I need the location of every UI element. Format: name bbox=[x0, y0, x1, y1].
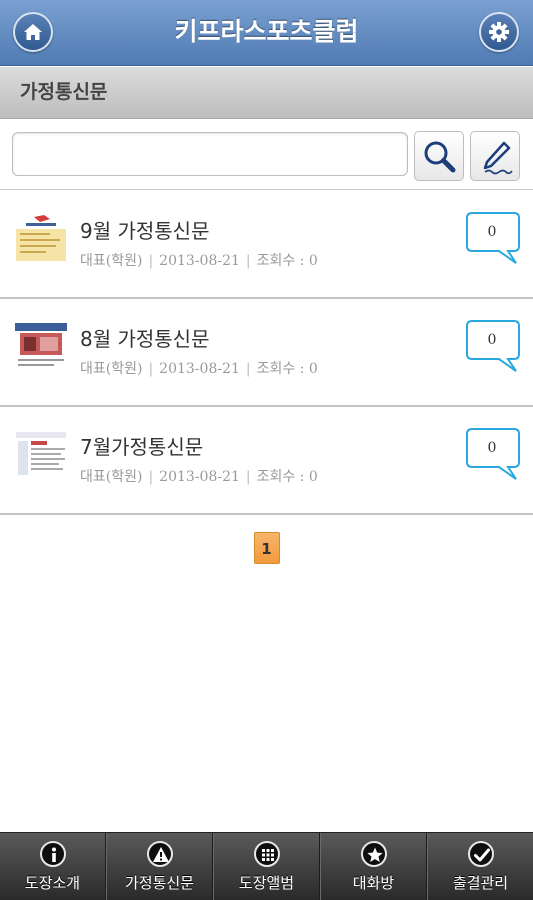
list-item[interactable]: 8월 가정통신문 대표(학원) | 2013-08-21 | 조회수 : 0 0 bbox=[0, 299, 533, 407]
post-title: 9월 가정통신문 bbox=[80, 219, 210, 243]
list-item[interactable]: 7월가정통신문 대표(학원) | 2013-08-21 | 조회수 : 0 0 bbox=[0, 407, 533, 515]
post-views: 조회수 : 0 bbox=[256, 253, 318, 269]
bottom-tab-bar: 도장소개 가정통신문 도장앨범 대화방 출결관리 bbox=[0, 832, 533, 900]
post-author: 대표(학원) bbox=[80, 361, 143, 377]
info-icon bbox=[39, 841, 66, 867]
post-date: 2013-08-21 bbox=[159, 361, 240, 377]
post-author: 대표(학원) bbox=[80, 469, 143, 485]
search-icon bbox=[424, 141, 456, 173]
tab-label: 대화방 bbox=[352, 874, 395, 892]
comment-count-button[interactable]: 0 bbox=[466, 319, 522, 373]
post-meta: 대표(학원) | 2013-08-21 | 조회수 : 0 bbox=[80, 469, 318, 485]
app-title: 키프라스포츠클럽 bbox=[174, 17, 359, 46]
post-meta: 대표(학원) | 2013-08-21 | 조회수 : 0 bbox=[80, 361, 318, 377]
tab-label: 가정통신문 bbox=[124, 874, 194, 892]
post-title: 8월 가정통신문 bbox=[80, 327, 210, 351]
section-header: 가정통신문 bbox=[0, 67, 533, 119]
post-thumbnail bbox=[14, 321, 68, 371]
warning-icon bbox=[146, 841, 173, 867]
post-date: 2013-08-21 bbox=[159, 253, 240, 269]
post-thumbnail bbox=[14, 429, 68, 479]
post-views: 조회수 : 0 bbox=[256, 469, 318, 485]
star-icon bbox=[360, 841, 387, 867]
search-button[interactable] bbox=[414, 131, 464, 181]
post-meta: 대표(학원) | 2013-08-21 | 조회수 : 0 bbox=[80, 253, 318, 269]
gear-icon bbox=[489, 22, 509, 42]
write-button[interactable] bbox=[470, 131, 520, 181]
page-button-current[interactable]: 1 bbox=[253, 532, 280, 564]
post-title: 7월가정통신문 bbox=[80, 435, 204, 459]
tab-chat[interactable]: 대화방 bbox=[320, 833, 427, 900]
list-item[interactable]: 9월 가정통신문 대표(학원) | 2013-08-21 | 조회수 : 0 0 bbox=[0, 191, 533, 299]
comment-count-button[interactable]: 0 bbox=[466, 427, 522, 481]
post-thumbnail bbox=[14, 213, 68, 263]
settings-button[interactable] bbox=[479, 12, 519, 52]
tab-about[interactable]: 도장소개 bbox=[0, 833, 106, 900]
comment-count: 0 bbox=[487, 440, 497, 456]
tab-album[interactable]: 도장앨범 bbox=[213, 833, 320, 900]
tab-newsletter[interactable]: 가정통신문 bbox=[106, 833, 213, 900]
search-bar bbox=[0, 120, 533, 190]
post-date: 2013-08-21 bbox=[159, 469, 240, 485]
tab-label: 도장앨범 bbox=[238, 874, 295, 892]
tab-label: 출결관리 bbox=[452, 874, 509, 892]
section-title: 가정통신문 bbox=[20, 81, 108, 103]
check-icon bbox=[467, 841, 494, 867]
comment-count-button[interactable]: 0 bbox=[466, 211, 522, 265]
pagination: 1 bbox=[0, 532, 533, 564]
tab-label: 도장소개 bbox=[24, 874, 81, 892]
pen-icon bbox=[483, 141, 513, 175]
grid-icon bbox=[253, 841, 280, 867]
post-list: 9월 가정통신문 대표(학원) | 2013-08-21 | 조회수 : 0 0 8월 … bbox=[0, 191, 533, 515]
app-header: 키프라스포츠클럽 bbox=[0, 0, 533, 66]
post-author: 대표(학원) bbox=[80, 253, 143, 269]
comment-count: 0 bbox=[487, 332, 497, 348]
tab-attendance[interactable]: 출결관리 bbox=[427, 833, 533, 900]
post-views: 조회수 : 0 bbox=[256, 361, 318, 377]
search-input[interactable] bbox=[12, 132, 408, 176]
comment-count: 0 bbox=[487, 224, 497, 240]
